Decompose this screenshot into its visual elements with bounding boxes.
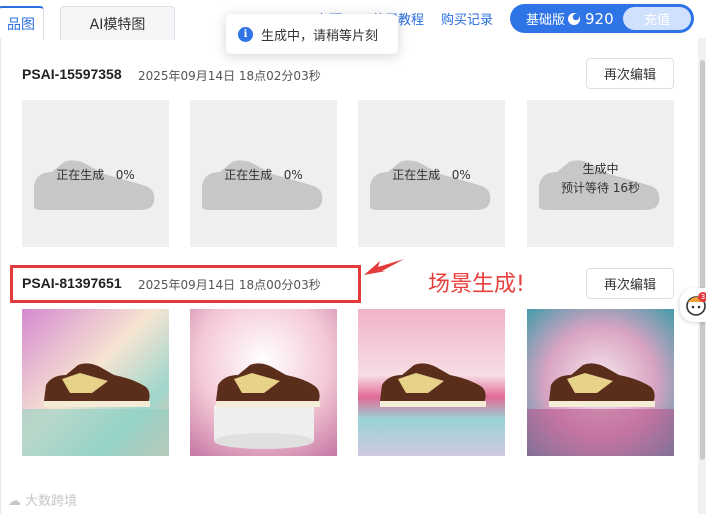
group-time: 2025年09月14日 18点02分03秒 bbox=[138, 69, 321, 83]
progress-eta: 预计等待 16秒 bbox=[560, 181, 641, 195]
plan-pill: 基础版 920 充值 bbox=[510, 4, 694, 33]
generated-scene-image[interactable] bbox=[358, 309, 505, 456]
annotation-highlight-box bbox=[10, 265, 361, 303]
progress-label: 正在生成 bbox=[56, 168, 105, 182]
generating-placeholder: 正在生成 0% bbox=[22, 100, 169, 247]
watermark-text: 大数跨境 bbox=[25, 494, 78, 509]
progress-label: 生成中 bbox=[582, 162, 619, 176]
progress-percent: 0% bbox=[283, 168, 303, 182]
shoe-silhouette-icon bbox=[202, 160, 323, 210]
generated-scene-image[interactable] bbox=[190, 309, 337, 456]
generating-toast: i 生成中，请稍等片刻 bbox=[226, 14, 398, 54]
notification-badge: 3 bbox=[698, 292, 706, 302]
recharge-button[interactable]: 充值 bbox=[623, 7, 691, 30]
generating-placeholder: 生成中 预计等待 16秒 bbox=[527, 100, 674, 247]
progress-label: 正在生成 bbox=[224, 168, 273, 182]
shoe-silhouette-icon bbox=[370, 160, 491, 210]
tab-product-image[interactable]: 品图 bbox=[0, 6, 44, 40]
watermark: ☁ 大数跨境 bbox=[8, 490, 77, 509]
coin-icon bbox=[568, 12, 581, 25]
reedit-button[interactable]: 再次编辑 bbox=[586, 268, 674, 299]
plan-label: 基础版 bbox=[526, 13, 566, 28]
progress-percent: 0% bbox=[451, 168, 471, 182]
annotation-arrow-icon bbox=[364, 259, 404, 275]
reedit-button[interactable]: 再次编辑 bbox=[586, 58, 674, 89]
annotation-label: 场景生成! bbox=[428, 272, 525, 297]
shoe-silhouette-icon bbox=[34, 160, 155, 210]
points-balance: 920 bbox=[585, 9, 614, 28]
toast-message: 生成中，请稍等片刻 bbox=[261, 28, 379, 44]
generating-placeholder: 正在生成 0% bbox=[190, 100, 337, 247]
generating-placeholder: 正在生成 0% bbox=[358, 100, 505, 247]
watermark-icon: ☁ bbox=[8, 494, 26, 509]
generated-scene-image[interactable] bbox=[527, 309, 674, 456]
progress-percent: 0% bbox=[115, 168, 135, 182]
purchase-records-link[interactable]: 购买记录 bbox=[441, 9, 493, 28]
progress-label: 正在生成 bbox=[392, 168, 441, 182]
info-icon: i bbox=[238, 26, 253, 42]
group-id: PSAI-15597358 bbox=[22, 66, 122, 82]
tab-ai-model[interactable]: AI模特图 bbox=[60, 6, 175, 40]
generated-scene-image[interactable] bbox=[22, 309, 169, 456]
scrollbar-thumb[interactable] bbox=[700, 60, 705, 460]
